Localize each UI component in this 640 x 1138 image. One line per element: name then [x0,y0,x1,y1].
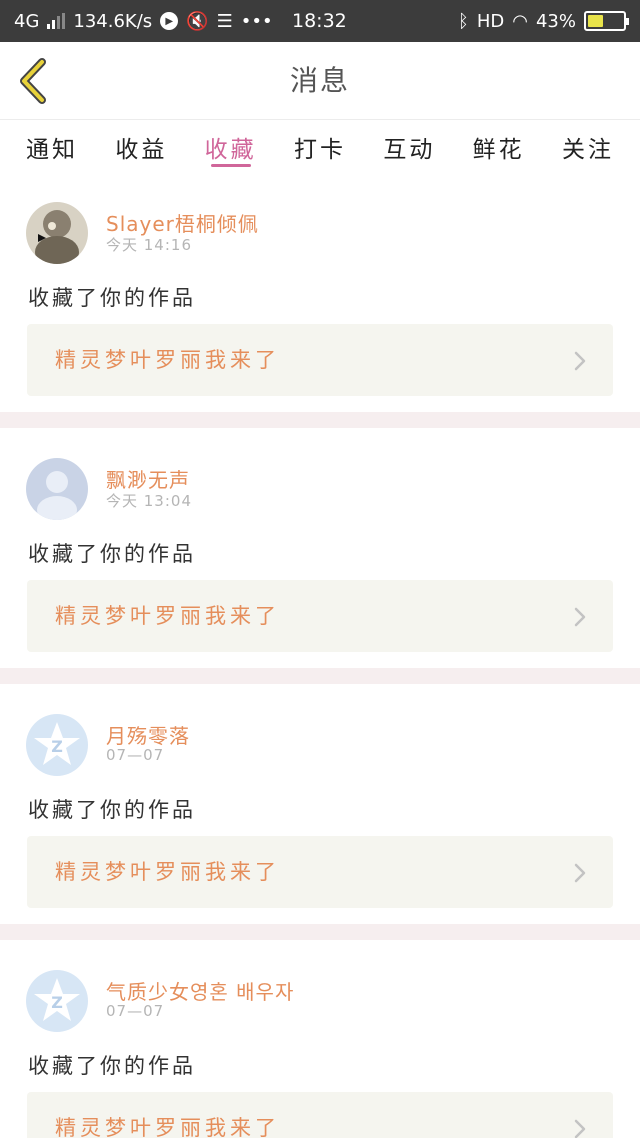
message-time: 今天 13:04 [106,492,192,510]
status-left: 4G 134.6K/s ▶ 🔇 ☰ ••• [14,11,273,32]
avatar[interactable] [26,202,88,264]
work-link[interactable]: 精灵梦叶罗丽我来了 [27,836,613,908]
tab-follow[interactable]: 关注 [560,120,616,172]
work-title: 精灵梦叶罗丽我来了 [55,348,280,372]
work-link[interactable]: 精灵梦叶罗丽我来了 [27,324,613,396]
tab-notice[interactable]: 通知 [24,120,80,172]
clock: 18:32 [292,10,347,32]
message-item: Slayer梧桐倾佩 今天 14:16 收藏了你的作品精灵梦叶罗丽我来了 [0,172,640,412]
work-title: 精灵梦叶罗丽我来了 [55,1116,280,1138]
avatar[interactable] [26,458,88,520]
header: 消息 [0,42,640,120]
list-separator [0,924,640,940]
signal-icon [47,13,66,29]
message-action: 收藏了你的作品 [28,542,196,566]
more-dots: ••• [240,10,273,32]
svg-text:Z: Z [51,737,63,756]
page-title: 消息 [289,64,350,97]
network-type: 4G [14,10,40,32]
message-item: 飘渺无声 今天 13:04 收藏了你的作品精灵梦叶罗丽我来了 [0,428,640,668]
work-title: 精灵梦叶罗丽我来了 [55,860,280,884]
status-right: ᛒ HD ◠ 43% [458,10,629,32]
message-list: Slayer梧桐倾佩 今天 14:16 收藏了你的作品 精灵梦叶罗丽我来了 飘渺无声 今天… [0,172,640,1138]
chevron-right-icon [574,1119,586,1138]
play-icon: ▶ [160,12,179,30]
message-time: 今天 14:16 [106,236,192,254]
list-separator [0,668,640,684]
message-action: 收藏了你的作品 [28,1054,196,1078]
tab-bar: 通知 收益 收藏 打卡 互动 鲜花 关注 [0,120,640,172]
avatar[interactable]: Z [26,714,88,776]
work-title: 精灵梦叶罗丽我来了 [55,604,280,628]
tab-earnings[interactable]: 收益 [113,120,169,172]
message-time: 07—07 [106,1002,165,1020]
sender-name[interactable]: 气质少女영혼 배우자 [106,976,294,1005]
message-item: Z 气质少女영혼 배우자 07—07 收藏了你的作品精灵梦叶罗丽我来了 [0,940,640,1138]
work-link[interactable]: 精灵梦叶罗丽我来了 [27,1092,613,1138]
storage-icon: ☰ [216,10,233,32]
bluetooth-icon: ᛒ [458,10,469,32]
work-link[interactable]: 精灵梦叶罗丽我来了 [27,580,613,652]
message-action: 收藏了你的作品 [28,798,196,822]
sender-name[interactable]: 月殇零落 [106,720,190,749]
chevron-right-icon [574,607,586,627]
message-action: 收藏了你的作品 [28,286,196,310]
tab-flowers[interactable]: 鲜花 [471,120,527,172]
chevron-right-icon [574,863,586,883]
sender-name[interactable]: Slayer梧桐倾佩 [106,208,259,237]
avatar[interactable]: Z [26,970,88,1032]
chevron-right-icon [574,351,586,371]
tab-favorites[interactable]: 收藏 [203,120,259,172]
list-separator [0,412,640,428]
mute-icon: 🔇 [186,10,209,32]
status-bar: 4G 134.6K/s ▶ 🔇 ☰ ••• 18:32 ᛒ HD ◠ 43% [0,0,640,42]
network-speed: 134.6K/s [73,10,153,32]
message-item: Z 月殇零落 07—07 收藏了你的作品精灵梦叶罗丽我来了 [0,684,640,924]
tab-interact[interactable]: 互动 [381,120,437,172]
wifi-icon: ◠ [512,10,528,32]
battery-percent: 43% [535,10,576,32]
hd-label: HD [476,10,505,32]
svg-text:Z: Z [51,993,63,1012]
tab-checkin[interactable]: 打卡 [292,120,348,172]
battery-icon [584,11,629,31]
message-time: 07—07 [106,746,165,764]
sender-name[interactable]: 飘渺无声 [106,464,190,493]
